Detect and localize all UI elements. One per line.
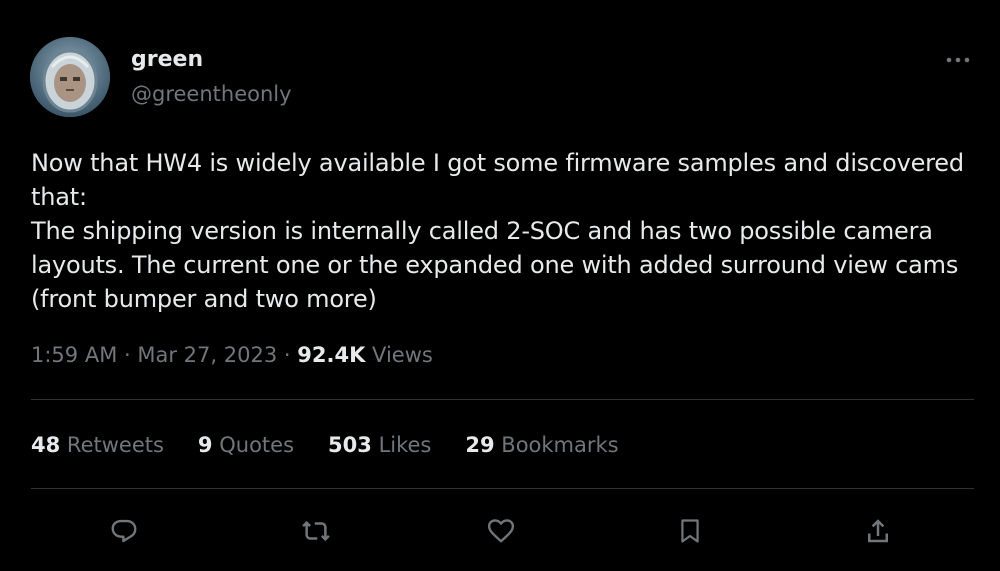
divider <box>31 488 974 489</box>
heart-icon <box>487 519 515 543</box>
views-count: 92.4K <box>297 343 366 367</box>
retweet-button[interactable] <box>296 511 336 551</box>
bookmark-button[interactable] <box>670 511 710 551</box>
quotes-count: 9 <box>197 433 213 457</box>
views-label: Views <box>372 343 433 367</box>
retweets-count: 48 <box>31 433 61 457</box>
likes-label: Likes <box>378 433 432 457</box>
share-button[interactable] <box>858 511 898 551</box>
meta-separator: · <box>283 343 291 367</box>
bookmarks-count: 29 <box>465 433 495 457</box>
reply-button[interactable] <box>104 511 144 551</box>
tweet-text: Now that HW4 is widely available I got s… <box>31 149 964 313</box>
author-handle[interactable]: @greentheonly <box>131 80 292 108</box>
retweet-icon <box>302 520 330 542</box>
astronaut-helmet-avatar-icon <box>30 37 110 117</box>
meta-separator: · <box>124 343 131 367</box>
reply-icon <box>111 519 137 543</box>
avatar[interactable] <box>30 37 110 117</box>
bookmarks-stat[interactable]: 29 Bookmarks <box>465 430 618 460</box>
quotes-stat[interactable]: 9 Quotes <box>198 430 294 460</box>
retweets-label: Retweets <box>66 433 164 457</box>
tweet-time[interactable]: 1:59 AM <box>31 343 117 367</box>
quotes-label: Quotes <box>219 433 295 457</box>
tweet-meta: 1:59 AM · Mar 27, 2023 · 92.4K Views <box>31 340 433 370</box>
like-button[interactable] <box>481 511 521 551</box>
share-icon <box>868 519 888 543</box>
tweet-card: green @greentheonly Now that HW4 is wide… <box>0 0 1000 571</box>
tweet-date[interactable]: Mar 27, 2023 <box>137 343 277 367</box>
divider <box>31 399 974 400</box>
more-options-button[interactable] <box>938 46 978 74</box>
action-bar <box>0 505 1000 555</box>
more-horizontal-icon <box>946 57 970 63</box>
engagement-stats: 48 Retweets 9 Quotes 503 Likes 29 Bookma… <box>31 430 653 460</box>
bookmarks-label: Bookmarks <box>501 433 619 457</box>
retweets-stat[interactable]: 48 Retweets <box>31 430 164 460</box>
bookmark-icon <box>681 519 699 543</box>
likes-count: 503 <box>328 433 372 457</box>
likes-stat[interactable]: 503 Likes <box>328 430 431 460</box>
author-display-name[interactable]: green <box>131 46 203 74</box>
